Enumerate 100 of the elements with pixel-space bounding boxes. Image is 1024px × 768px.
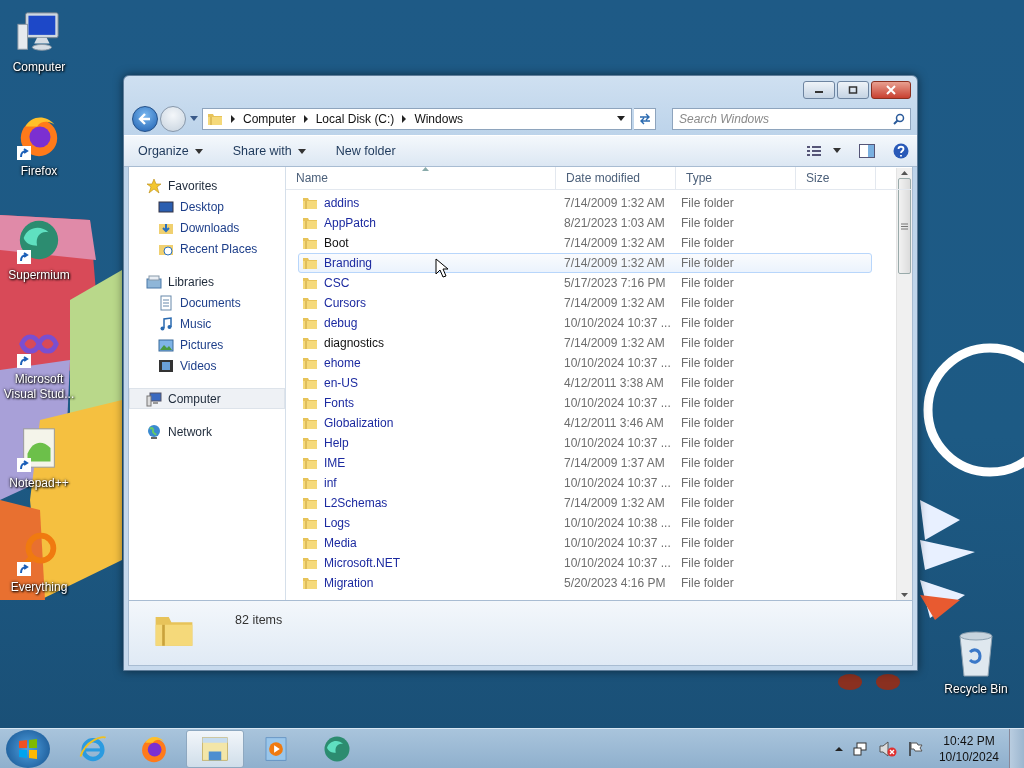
type-cell-text: File folder: [680, 196, 735, 210]
breadcrumb[interactable]: Computer: [243, 112, 296, 126]
folder-icon: [302, 535, 318, 551]
desktop-icon-label[interactable]: Recycle Bin: [938, 682, 1014, 697]
type-cell-text: File folder: [680, 376, 735, 390]
library-icon: [146, 273, 162, 290]
nav-item[interactable]: Desktop: [129, 196, 285, 217]
type-cell-text: File folder: [680, 256, 735, 270]
file-name: CSC: [324, 276, 350, 290]
clock[interactable]: 10:42 PM 10/10/2024: [938, 732, 999, 765]
file-name: en-US: [324, 376, 358, 390]
date-cell-text: 7/14/2009 1:32 AM: [563, 496, 666, 510]
date-cell-text: 8/21/2023 1:03 AM: [563, 216, 666, 230]
file-row[interactable]: L2Schemas 7/14/2009 1:32 AM File folder: [298, 493, 872, 513]
chevron-icon[interactable]: [302, 115, 309, 123]
file-row[interactable]: AppPatch 8/21/2023 1:03 AM File folder: [298, 213, 872, 233]
view-options-button[interactable]: [807, 145, 841, 157]
nav-item[interactable]: Network: [129, 421, 285, 442]
file-row[interactable]: Microsoft.NET 10/10/2024 10:37 ... File folder: [298, 553, 872, 573]
desktop-icon-label[interactable]: Computer: [1, 60, 77, 75]
folder-icon: [302, 315, 318, 331]
column-header[interactable]: Size: [796, 167, 876, 189]
nav-item[interactable]: Videos: [129, 355, 285, 376]
address-bar[interactable]: Computer Local Disk (C:) Windows: [202, 108, 632, 130]
maximize-button[interactable]: [837, 81, 869, 99]
close-button[interactable]: [871, 81, 911, 99]
type-cell-text: File folder: [680, 456, 735, 470]
nav-item[interactable]: Recent Places: [129, 238, 285, 259]
file-row[interactable]: Help 10/10/2024 10:37 ... File folder: [298, 433, 872, 453]
nav-item[interactable]: Music: [129, 313, 285, 334]
preview-pane-button[interactable]: [859, 144, 875, 158]
minimize-button[interactable]: [803, 81, 835, 99]
type-cell-text: File folder: [680, 356, 735, 370]
file-row[interactable]: diagnostics 7/14/2009 1:32 AM File folder: [298, 333, 872, 353]
type-cell-text: File folder: [680, 516, 735, 530]
clock-time: 10:42 PM: [943, 732, 995, 749]
search-field[interactable]: Search Windows: [672, 108, 911, 130]
folder-icon: [302, 275, 318, 291]
folder-icon: [302, 255, 318, 271]
date-cell-text: 7/14/2009 1:32 AM: [563, 236, 666, 250]
file-name: Microsoft.NET: [324, 556, 400, 570]
file-row[interactable]: CSC 5/17/2023 7:16 PM File folder: [298, 273, 872, 293]
file-name: Media: [324, 536, 357, 550]
file-name: Branding: [324, 256, 373, 270]
breadcrumb[interactable]: Local Disk (C:): [315, 112, 395, 126]
file-row[interactable]: ehome 10/10/2024 10:37 ... File folder: [298, 353, 872, 373]
file-row[interactable]: IME 7/14/2009 1:37 AM File folder: [298, 453, 872, 473]
start-button[interactable]: [6, 729, 50, 768]
show-hidden-icons-arrow[interactable]: [834, 745, 843, 752]
file-row[interactable]: addins 7/14/2009 1:32 AM File folder: [298, 193, 872, 213]
toolbar-button[interactable]: New folder: [335, 144, 396, 158]
date-cell-text: 10/10/2024 10:37 ...: [563, 396, 672, 410]
file-row[interactable]: Migration 5/20/2023 4:16 PM File folder: [298, 573, 872, 593]
column-header[interactable]: Type: [676, 167, 796, 189]
desktop-icon-label[interactable]: Firefox: [1, 164, 77, 179]
folder-icon: [302, 295, 318, 311]
network-globe-icon: [146, 423, 162, 440]
file-row[interactable]: Branding 7/14/2009 1:32 AM File folder: [298, 253, 872, 273]
file-row[interactable]: Cursors 7/14/2009 1:32 AM File folder: [298, 293, 872, 313]
nav-item[interactable]: Documents: [129, 292, 285, 313]
nav-item[interactable]: Pictures: [129, 334, 285, 355]
flag-icon[interactable]: [906, 740, 923, 757]
file-row[interactable]: Boot 7/14/2009 1:32 AM File folder: [298, 233, 872, 253]
column-header[interactable]: Name: [286, 167, 556, 189]
chevron-icon[interactable]: [401, 115, 408, 123]
toolbar-button[interactable]: Share with: [232, 144, 306, 158]
file-row[interactable]: debug 10/10/2024 10:37 ... File folder: [298, 313, 872, 333]
file-row[interactable]: en-US 4/12/2011 3:38 AM File folder: [298, 373, 872, 393]
refresh-button[interactable]: [634, 108, 656, 130]
back-arrow-icon: [138, 112, 152, 126]
nav-item[interactable]: Computer: [129, 388, 285, 409]
caret-icon[interactable]: [617, 116, 625, 122]
back-button[interactable]: [132, 106, 158, 132]
column-header[interactable]: Date modified: [556, 167, 676, 189]
file-row[interactable]: Logs 10/10/2024 10:38 ... File folder: [298, 513, 872, 533]
file-row[interactable]: Media 10/10/2024 10:37 ... File folder: [298, 533, 872, 553]
music-note-icon: [158, 315, 174, 332]
file-row[interactable]: Globalization 4/12/2011 3:46 AM File folder: [298, 413, 872, 433]
file-row[interactable]: inf 10/10/2024 10:37 ... File folder: [298, 473, 872, 493]
volume-muted-icon[interactable]: [878, 740, 897, 757]
file-row[interactable]: Fonts 10/10/2024 10:37 ... File folder: [298, 393, 872, 413]
desktop-icon-label[interactable]: Supermium: [1, 268, 77, 283]
scrollbar[interactable]: [896, 168, 912, 600]
folder-icon: [302, 555, 318, 571]
chevron-icon[interactable]: [230, 115, 236, 123]
network-icon[interactable]: [852, 740, 869, 757]
toolbar-button[interactable]: Organize: [138, 144, 203, 158]
type-cell-text: File folder: [680, 336, 735, 350]
file-name: Fonts: [324, 396, 354, 410]
nav-item[interactable]: Favorites: [129, 175, 285, 196]
file-name: diagnostics: [324, 336, 385, 350]
nav-item[interactable]: Libraries: [129, 271, 285, 292]
type-cell-text: File folder: [680, 536, 735, 550]
close-icon: [885, 85, 897, 95]
date-cell-text: 7/14/2009 1:32 AM: [563, 256, 666, 270]
nav-item[interactable]: Downloads: [129, 217, 285, 238]
taskbar-button[interactable]: [186, 729, 244, 768]
date-cell-text: 10/10/2024 10:37 ...: [563, 556, 672, 570]
breadcrumb[interactable]: Windows: [414, 112, 464, 126]
help-button[interactable]: [893, 143, 909, 159]
